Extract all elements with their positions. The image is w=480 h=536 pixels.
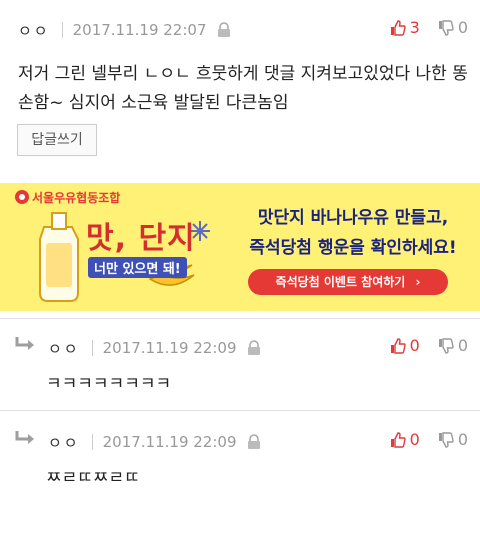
thumbs-down-icon <box>438 19 454 36</box>
upvote-button[interactable]: 3 <box>390 18 420 37</box>
vote-controls: 0 0 <box>390 336 468 355</box>
comment-author[interactable]: ㅇㅇ <box>18 20 50 41</box>
reply-button[interactable]: 답글쓰기 <box>17 124 97 156</box>
thumbs-up-icon <box>390 431 406 448</box>
meta-separator <box>91 340 93 356</box>
comment-author[interactable]: ㅇㅇ <box>48 432 80 453</box>
ad-cta-label: 즉석당첨 이벤트 참여하기 <box>275 275 406 289</box>
comment-text: ㅋㅋㅋㅋㅋㅋㅋㅋ <box>46 374 172 394</box>
vote-controls: 3 0 <box>390 18 468 37</box>
reply-arrow-icon <box>15 337 34 350</box>
vote-controls: 0 0 <box>390 430 468 449</box>
comment-text: 저거 그린 넬부리 ㄴㅇㄴ 흐뭇하게 댓글 지켜보고있었다 나한 똥손함~ 심지… <box>18 64 468 113</box>
comment-date: 2017.11.19 22:07 <box>72 21 207 39</box>
ad-banner[interactable]: 서울우유협동조합 맛, 단지 너만 있으면 돼! 맛단지 바나나우유 만들고, … <box>0 183 480 311</box>
upvote-button[interactable]: 0 <box>390 336 420 355</box>
ad-brand: 서울우유협동조합 <box>32 191 121 205</box>
downvote-button[interactable]: 0 <box>438 18 468 37</box>
chevron-right-icon: › <box>415 275 421 289</box>
reply-arrow-icon <box>15 431 34 444</box>
upvote-button[interactable]: 0 <box>390 430 420 449</box>
comment-author[interactable]: ㅇㅇ <box>48 338 80 359</box>
ad-logo-text: 맛, 단지 <box>86 221 196 256</box>
thumbs-down-icon <box>438 431 454 448</box>
thumbs-up-icon <box>390 337 406 354</box>
comment-1: ㅇㅇ 2017.11.19 22:07 3 0 저거 그린 넬부리 ㄴㅇㄴ 흐뭇… <box>0 0 480 176</box>
ad-logo-sub: 너만 있으면 돼! <box>88 257 187 278</box>
lock-icon <box>247 340 260 355</box>
upvote-count: 0 <box>409 430 420 449</box>
downvote-count: 0 <box>457 430 468 449</box>
comment-text: ㅉㄹㄸㅉㄹㄸ <box>46 468 140 488</box>
comment-3: ㅇㅇ 2017.11.19 22:09 0 0 ㅉㄹㄸㅉㄹㄸ <box>0 410 480 536</box>
meta-separator <box>61 22 63 38</box>
comment-meta: ㅇㅇ 2017.11.19 22:07 <box>18 20 231 40</box>
upvote-count: 0 <box>409 336 420 355</box>
upvote-count: 3 <box>409 18 420 37</box>
comment-date: 2017.11.19 22:09 <box>102 339 237 357</box>
comment-meta: ㅇㅇ 2017.11.19 22:09 <box>48 432 261 452</box>
ad-headline-2: 즉석당첨 행운을 확인하세요! <box>249 238 457 258</box>
thumbs-down-icon <box>438 337 454 354</box>
lock-icon <box>217 22 230 37</box>
downvote-button[interactable]: 0 <box>438 430 468 449</box>
downvote-count: 0 <box>457 18 468 37</box>
meta-separator <box>91 434 93 450</box>
comment-date: 2017.11.19 22:09 <box>102 433 237 451</box>
comment-2: ㅇㅇ 2017.11.19 22:09 0 0 ㅋㅋㅋㅋㅋㅋㅋㅋ <box>0 318 480 410</box>
lock-icon <box>247 434 260 449</box>
ad-headline-1: 맛단지 바나나우유 만들고, <box>257 208 449 228</box>
downvote-button[interactable]: 0 <box>438 336 468 355</box>
comment-meta: ㅇㅇ 2017.11.19 22:09 <box>48 338 261 358</box>
downvote-count: 0 <box>457 336 468 355</box>
thumbs-up-icon <box>390 19 406 36</box>
ad-cta-button[interactable]: 즉석당첨 이벤트 참여하기 › <box>248 269 448 295</box>
